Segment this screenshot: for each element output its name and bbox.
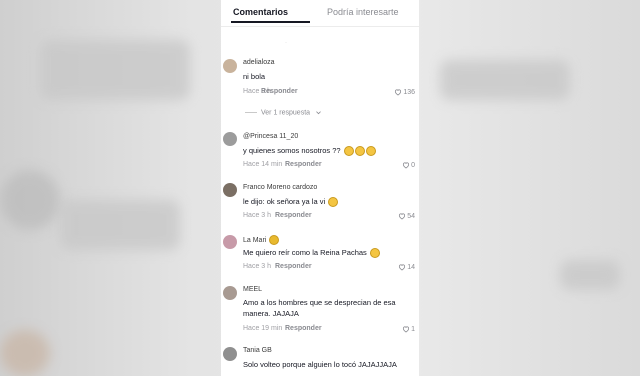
like-button[interactable]: 14 bbox=[398, 263, 415, 271]
comment-text: ni bola bbox=[243, 72, 266, 81]
comment-username[interactable]: adelialoza bbox=[243, 59, 275, 66]
tab-suggested[interactable]: Podría interesarte bbox=[327, 7, 399, 17]
chevron-down-icon bbox=[316, 111, 321, 115]
blurred-shape bbox=[440, 60, 570, 100]
divider bbox=[245, 112, 257, 113]
blurred-shape bbox=[60, 200, 180, 250]
comment-username[interactable]: Tania GB bbox=[243, 347, 272, 354]
comment-text: Solo volteo porque alguien lo tocó JAJAJ… bbox=[243, 360, 397, 369]
like-count: 136 bbox=[403, 88, 415, 96]
active-tab-indicator bbox=[231, 21, 310, 23]
emoji-icon bbox=[365, 146, 376, 157]
heart-outline-icon bbox=[403, 162, 410, 169]
like-button[interactable]: 1 bbox=[402, 325, 415, 333]
reply-button[interactable]: Responder bbox=[261, 88, 298, 95]
heart-outline-icon bbox=[403, 326, 410, 333]
avatar[interactable] bbox=[223, 347, 237, 361]
blurred-shape bbox=[0, 170, 60, 230]
view-replies-button[interactable]: Ver 1 respuesta bbox=[245, 109, 322, 116]
avatar[interactable] bbox=[223, 132, 237, 146]
comment-text-body: le dijo: ok señora ya la vi bbox=[243, 197, 326, 206]
avatar[interactable] bbox=[223, 183, 237, 197]
comment-time: Hace 3 h bbox=[243, 212, 272, 219]
reply-button[interactable]: Responder bbox=[275, 212, 312, 219]
like-count: 1 bbox=[411, 325, 415, 333]
comment-username[interactable]: La Mari bbox=[243, 235, 280, 245]
like-count: 0 bbox=[411, 161, 415, 169]
reply-button[interactable]: Responder bbox=[285, 325, 322, 332]
comment-text-body: y quienes somos nosotros ?? bbox=[243, 146, 341, 155]
comment-text-body: Me quiero reír como la Reina Pachas bbox=[243, 248, 367, 257]
heart-outline-icon bbox=[399, 213, 406, 220]
heart-outline-icon bbox=[399, 264, 406, 271]
tab-bar: Comentarios Podría interesarte bbox=[221, 0, 419, 27]
comments-panel: Comentarios Podría interesarte · adelial… bbox=[221, 0, 419, 376]
comment-username[interactable]: MEEL bbox=[243, 286, 262, 293]
comment-username[interactable]: Franco Moreno cardozo bbox=[243, 184, 317, 191]
like-button[interactable]: 136 bbox=[394, 88, 415, 96]
view-replies-label: Ver 1 respuesta bbox=[261, 109, 311, 117]
reply-button[interactable]: Responder bbox=[285, 161, 322, 168]
comment-time: Hace 14 min bbox=[243, 161, 283, 168]
avatar[interactable] bbox=[223, 235, 237, 249]
emoji-icon bbox=[343, 146, 354, 157]
emoji-icon bbox=[328, 197, 339, 208]
heart-outline-icon bbox=[395, 89, 402, 96]
emoji-icon bbox=[354, 146, 365, 157]
comment-time: Hace 3 h bbox=[243, 263, 272, 270]
like-button[interactable]: 0 bbox=[402, 161, 415, 169]
like-count: 14 bbox=[407, 263, 415, 271]
avatar[interactable] bbox=[223, 286, 237, 300]
avatar[interactable] bbox=[223, 59, 237, 73]
blurred-shape bbox=[560, 260, 620, 290]
blurred-shape bbox=[40, 40, 190, 100]
username-text: La Mari bbox=[243, 236, 267, 244]
comment-text: Me quiero reír como la Reina Pachas bbox=[243, 247, 415, 259]
divider: · bbox=[285, 40, 287, 46]
like-count: 54 bbox=[407, 212, 415, 220]
tab-comments[interactable]: Comentarios bbox=[233, 7, 288, 17]
comment-text: y quienes somos nosotros ?? bbox=[243, 145, 415, 157]
bee-icon bbox=[269, 235, 280, 245]
comment-time: Hace 19 min bbox=[243, 325, 283, 332]
comment-username[interactable]: @Princesa 11_20 bbox=[243, 133, 298, 140]
emoji-icon bbox=[369, 248, 380, 259]
like-button[interactable]: 54 bbox=[398, 212, 415, 220]
comment-text: Amo a los hombres que se desprecian de e… bbox=[243, 298, 396, 318]
reply-button[interactable]: Responder bbox=[275, 263, 312, 270]
comment-text: le dijo: ok señora ya la vi bbox=[243, 196, 415, 208]
blurred-shape bbox=[0, 330, 50, 376]
